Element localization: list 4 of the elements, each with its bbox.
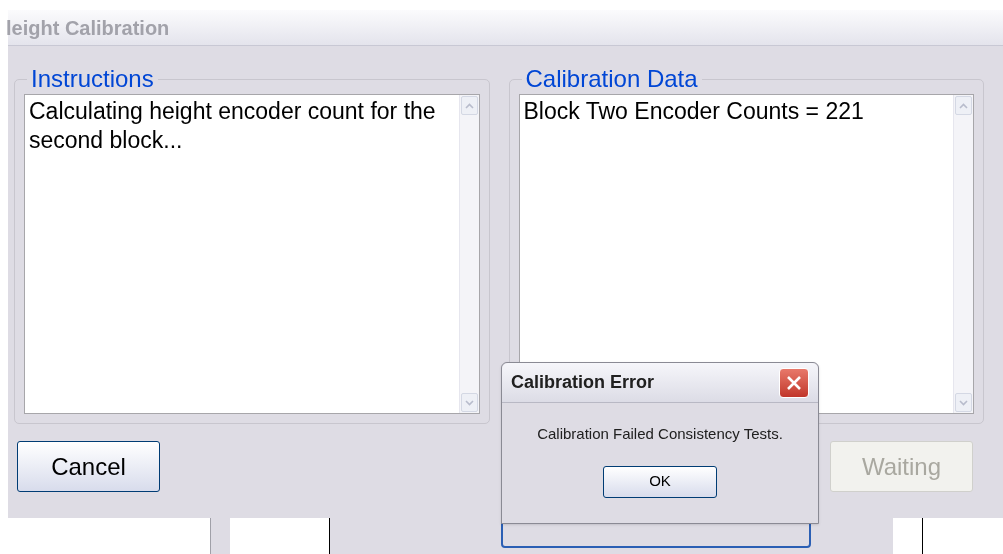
text-area-content: Calculating height encoder count for the second block... (29, 97, 437, 155)
window-title: leight Calibration (6, 15, 170, 41)
dialog-message: Calibration Failed Consistency Tests. (537, 424, 783, 444)
text-area-content: Block Two Encoder Counts = 221 (523, 97, 864, 126)
